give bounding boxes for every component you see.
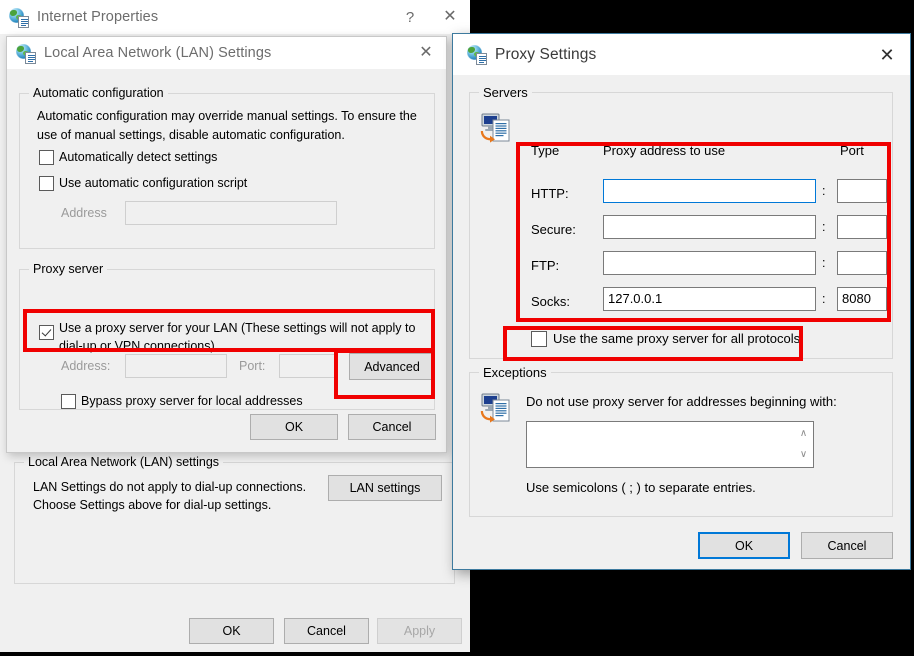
bypass-proxy-checkbox[interactable] [61, 394, 76, 409]
lan-settings-ok-button[interactable]: OK [250, 414, 338, 440]
bypass-proxy-label: Bypass proxy server for local addresses [81, 394, 303, 408]
server-address-input-http[interactable] [603, 179, 816, 203]
server-address-input-ftp[interactable] [603, 251, 816, 275]
lan-settings-button[interactable]: LAN settings [328, 475, 442, 501]
proxy-address-input [125, 354, 227, 378]
proxy-settings-ok-button[interactable]: OK [698, 532, 790, 559]
server-port-input-secure[interactable] [837, 215, 887, 239]
server-row-separator-ftp: : [822, 256, 826, 270]
close-icon[interactable]: ✕ [864, 35, 910, 75]
auto-config-script-checkbox[interactable] [39, 176, 54, 191]
monitor-document-icon [480, 391, 514, 425]
auto-config-address-input [125, 201, 337, 225]
servers-header-type: Type [531, 143, 560, 158]
lan-settings-title: Local Area Network (LAN) Settings [44, 45, 272, 61]
proxy-settings-title: Proxy Settings [495, 45, 597, 63]
use-same-proxy-checkbox[interactable] [531, 331, 547, 347]
server-row-separator-socks: : [822, 292, 826, 306]
server-row-type-ftp: FTP: [531, 258, 560, 273]
globe-document-icon [9, 7, 29, 28]
close-icon[interactable]: ✕ [406, 38, 446, 68]
proxy-port-label: Port: [239, 359, 266, 373]
auto-config-script-label: Use automatic configuration script [59, 176, 248, 190]
use-proxy-server-label: Use a proxy server for your LAN (These s… [59, 321, 416, 353]
internet-properties-title: Internet Properties [37, 9, 159, 25]
proxy-settings-titlebar: Proxy Settings ✕ [453, 34, 910, 75]
server-address-input-socks[interactable]: 127.0.0.1 [603, 287, 816, 311]
exceptions-scrollbar[interactable]: ∧ ∨ [795, 423, 812, 466]
automatic-configuration-legend: Automatic configuration [29, 86, 168, 100]
chevron-down-icon[interactable]: ∨ [800, 450, 807, 460]
server-port-input-http[interactable] [837, 179, 887, 203]
lan-settings-titlebar-buttons: ✕ [406, 37, 446, 69]
proxy-settings-titlebar-buttons: ✕ [864, 34, 910, 75]
exceptions-group-legend: Exceptions [479, 365, 551, 380]
automatic-configuration-description: Automatic configuration may override man… [37, 109, 417, 142]
proxy-address-label: Address: [61, 359, 111, 373]
use-proxy-server-checkbox[interactable] [39, 325, 54, 340]
server-row-separator-secure: : [822, 220, 826, 234]
proxy-settings-dialog: Proxy Settings ✕ Servers Type Proxy addr… [452, 33, 911, 570]
lan-settings-group-legend: Local Area Network (LAN) settings [24, 455, 224, 469]
server-port-input-ftp[interactable] [837, 251, 887, 275]
server-row-type-secure: Secure: [531, 222, 576, 237]
exceptions-hint: Use semicolons ( ; ) to separate entries… [526, 480, 756, 495]
proxy-settings-cancel-button[interactable]: Cancel [801, 532, 893, 559]
lan-settings-description: LAN Settings do not apply to dial-up con… [33, 480, 307, 512]
internet-properties-cancel-button[interactable]: Cancel [284, 618, 369, 644]
proxy-server-group: Proxy server Use a proxy server for your… [19, 262, 435, 410]
close-icon[interactable]: ✕ [430, 2, 470, 32]
lan-settings-group: Local Area Network (LAN) settings LAN Se… [14, 455, 455, 584]
lan-settings-titlebar: Local Area Network (LAN) Settings ✕ [7, 37, 446, 69]
exceptions-group: Exceptions Do not use proxy server for a… [469, 365, 893, 517]
proxy-port-input [279, 354, 337, 378]
desktop-background: Internet Properties ? ✕ Local Area Netwo… [0, 0, 914, 656]
use-same-proxy-label: Use the same proxy server for all protoc… [553, 331, 801, 346]
internet-properties-titlebar: Internet Properties ? ✕ [0, 0, 470, 34]
server-address-input-secure[interactable] [603, 215, 816, 239]
help-button[interactable]: ? [390, 2, 430, 32]
lan-settings-cancel-button[interactable]: Cancel [348, 414, 436, 440]
server-port-input-socks[interactable]: 8080 [837, 287, 887, 311]
exceptions-textarea[interactable]: ∧ ∨ [526, 421, 814, 468]
auto-detect-settings-label: Automatically detect settings [59, 150, 218, 164]
automatic-configuration-group: Automatic configuration Automatic config… [19, 86, 435, 249]
auto-detect-settings-checkbox[interactable] [39, 150, 54, 165]
servers-group: Servers Type Proxy address to use Port H… [469, 85, 893, 359]
chevron-up-icon[interactable]: ∧ [800, 429, 807, 439]
globe-document-icon [467, 45, 487, 65]
server-row-type-http: HTTP: [531, 186, 569, 201]
advanced-button[interactable]: Advanced [349, 353, 435, 380]
internet-properties-apply-button: Apply [377, 618, 462, 644]
proxy-server-legend: Proxy server [29, 262, 108, 276]
internet-properties-titlebar-buttons: ? ✕ [390, 0, 470, 34]
servers-header-address: Proxy address to use [603, 143, 726, 158]
server-row-type-socks: Socks: [531, 294, 571, 309]
servers-header-port: Port [840, 143, 864, 158]
globe-document-icon [16, 43, 36, 64]
server-row-separator-http: : [822, 184, 826, 198]
exceptions-description: Do not use proxy server for addresses be… [526, 394, 837, 409]
monitor-document-icon [480, 111, 514, 145]
lan-settings-dialog: Local Area Network (LAN) Settings ✕ Auto… [6, 36, 447, 453]
internet-properties-ok-button[interactable]: OK [189, 618, 274, 644]
auto-config-address-label: Address [61, 206, 107, 220]
servers-group-legend: Servers [479, 85, 532, 100]
